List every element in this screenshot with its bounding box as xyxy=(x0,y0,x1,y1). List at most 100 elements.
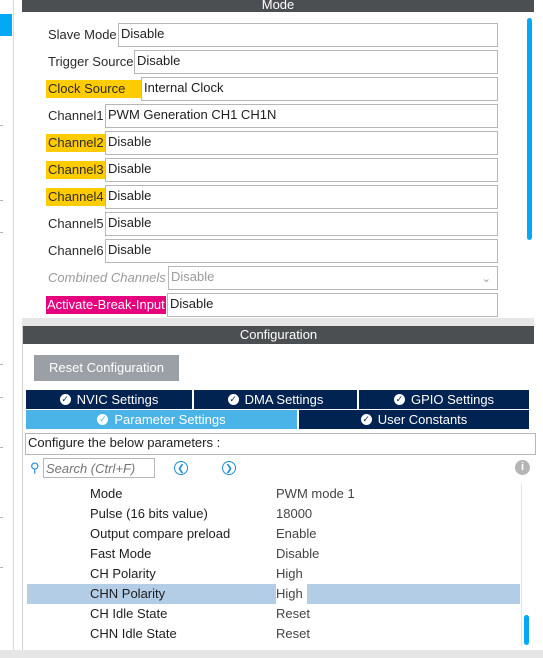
parameter-scrollbar[interactable] xyxy=(521,484,532,646)
tab-label: GPIO Settings xyxy=(410,392,495,407)
parameter-value[interactable]: Reset xyxy=(276,604,310,624)
tab-label: Parameter Settings xyxy=(114,412,226,427)
channel6-field[interactable]: Disable xyxy=(105,239,498,263)
parameter-name: CH Polarity xyxy=(90,566,156,581)
parameter-row-selected[interactable]: CHN Polarity High xyxy=(27,584,520,604)
parameter-value[interactable]: High xyxy=(276,584,307,604)
mode-row-channel5: Channel5 Disable xyxy=(22,212,522,236)
channel2-label: Channel2 xyxy=(46,134,106,152)
parameter-value[interactable]: PWM mode 1 xyxy=(276,484,355,504)
mode-row-channel1: Channel1 PWM Generation CH1 CH1N xyxy=(22,104,522,128)
mode-scrollbar-thumb[interactable] xyxy=(527,18,532,240)
left-panel-tick xyxy=(0,364,3,365)
tab-dma-settings[interactable]: ✓ DMA Settings xyxy=(194,390,357,409)
tab-parameter-settings[interactable]: ✓ Parameter Settings xyxy=(26,410,297,429)
parameter-row[interactable]: CHN Idle State Reset xyxy=(27,624,520,644)
tab-label: User Constants xyxy=(377,412,468,427)
reset-configuration-button[interactable]: Reset Configuration xyxy=(34,355,179,381)
mode-panel: Mode Slave Mode Disable Trigger Source D… xyxy=(22,0,534,318)
left-panel-selected-marker xyxy=(0,14,12,36)
channel3-label: Channel3 xyxy=(46,161,106,179)
parameter-name: CH Idle State xyxy=(90,606,168,621)
parameter-value[interactable]: Disable xyxy=(276,544,319,564)
previous-match-icon[interactable]: ❮ xyxy=(174,461,188,475)
tab-gpio-settings[interactable]: ✓ GPIO Settings xyxy=(359,390,529,409)
channel3-field[interactable]: Disable xyxy=(105,158,498,182)
channel1-label: Channel1 xyxy=(48,108,104,123)
chevron-down-icon: ⌄ xyxy=(481,273,491,285)
left-panel-tick xyxy=(0,397,3,398)
parameter-table: Mode PWM mode 1 Pulse (16 bits value) 18… xyxy=(27,484,520,646)
parameter-scrollbar-thumb[interactable] xyxy=(524,615,529,645)
mode-row-trigger-source: Trigger Source Disable xyxy=(22,50,522,74)
combined-channels-value: Disable xyxy=(171,269,215,284)
mode-row-combined-channels: Combined Channels Disable ⌄ xyxy=(22,266,522,290)
check-circle-icon: ✓ xyxy=(393,394,405,406)
mode-row-channel6: Channel6 Disable xyxy=(22,239,522,263)
mode-row-channel4: Channel4 Disable xyxy=(22,185,522,209)
tab-label: NVIC Settings xyxy=(76,392,159,407)
configuration-panel-title: Configuration xyxy=(23,326,534,344)
parameter-row[interactable]: Fast Mode Disable xyxy=(27,544,520,564)
search-icon[interactable]: ⚲ xyxy=(30,460,40,476)
parameter-value[interactable]: Enable xyxy=(276,524,316,544)
trigger-source-label: Trigger Source xyxy=(48,54,134,69)
mode-row-channel2: Channel2 Disable xyxy=(22,131,522,155)
tab-nvic-settings[interactable]: ✓ NVIC Settings xyxy=(26,390,192,409)
tab-label: DMA Settings xyxy=(244,392,324,407)
info-icon[interactable]: i xyxy=(515,460,530,475)
panel-divider[interactable] xyxy=(22,318,534,326)
trigger-source-field[interactable]: Disable xyxy=(134,50,498,74)
left-panel-tick xyxy=(0,232,3,233)
check-circle-icon: ✓ xyxy=(59,394,71,406)
check-circle-icon: ✓ xyxy=(97,414,109,426)
check-circle-icon: ✓ xyxy=(227,394,239,406)
parameter-value[interactable]: 18000 xyxy=(276,504,312,524)
parameter-name: CHN Idle State xyxy=(90,626,177,641)
slave-mode-field[interactable]: Disable xyxy=(118,23,498,47)
parameter-row[interactable]: Mode PWM mode 1 xyxy=(27,484,520,504)
parameter-name: Pulse (16 bits value) xyxy=(90,506,208,521)
parameter-value[interactable]: Reset xyxy=(276,624,310,644)
parameter-row[interactable]: CH Polarity High xyxy=(27,564,520,584)
parameter-row[interactable]: Output compare preload Enable xyxy=(27,524,520,544)
mode-row-clock-source: Clock Source Internal Clock xyxy=(22,77,522,101)
parameter-row[interactable]: CH Idle State Reset xyxy=(27,604,520,624)
configure-parameters-hint: Configure the below parameters : xyxy=(25,433,536,455)
activate-break-input-label: Activate-Break-Input xyxy=(46,296,166,314)
left-panel-tick xyxy=(0,200,3,201)
parameter-name: CHN Polarity xyxy=(90,586,166,601)
left-panel-tick xyxy=(0,517,3,518)
parameter-value[interactable]: High xyxy=(276,564,303,584)
channel4-field[interactable]: Disable xyxy=(105,185,498,209)
tab-user-constants[interactable]: ✓ User Constants xyxy=(299,410,529,429)
parameter-row[interactable]: Pulse (16 bits value) 18000 xyxy=(27,504,520,524)
clock-source-field[interactable]: Internal Clock xyxy=(141,77,498,101)
clock-source-label: Clock Source xyxy=(46,80,144,98)
parameter-name: Fast Mode xyxy=(90,546,152,561)
combined-channels-label: Combined Channels xyxy=(48,270,166,285)
mode-scrollbar[interactable] xyxy=(525,18,534,318)
parameter-name: Mode xyxy=(90,486,123,501)
left-panel-tick xyxy=(0,447,3,448)
parameter-name: Output compare preload xyxy=(90,526,231,541)
left-panel-tick xyxy=(0,567,3,568)
left-panel-tick xyxy=(0,125,3,126)
slave-mode-label: Slave Mode xyxy=(48,27,117,42)
channel1-field[interactable]: PWM Generation CH1 CH1N xyxy=(105,104,498,128)
channel6-label: Channel6 xyxy=(48,243,104,258)
channel2-field[interactable]: Disable xyxy=(105,131,498,155)
mode-row-channel3: Channel3 Disable xyxy=(22,158,522,182)
combined-channels-select: Disable ⌄ xyxy=(168,266,498,290)
channel5-field[interactable]: Disable xyxy=(105,212,498,236)
next-match-icon[interactable]: ❯ xyxy=(222,461,236,475)
configuration-panel: Configuration Reset Configuration ✓ NVIC … xyxy=(22,326,536,658)
mode-row-activate-break-input: Activate-Break-Input Disable xyxy=(22,293,522,317)
activate-break-input-field[interactable]: Disable xyxy=(167,293,498,317)
bottom-edge xyxy=(0,650,543,658)
channel5-label: Channel5 xyxy=(48,216,104,231)
channel4-label: Channel4 xyxy=(46,188,106,206)
search-input[interactable] xyxy=(43,458,155,478)
left-panel-edge xyxy=(0,0,14,658)
search-bar: ⚲ ❮ ❯ i xyxy=(25,457,532,479)
